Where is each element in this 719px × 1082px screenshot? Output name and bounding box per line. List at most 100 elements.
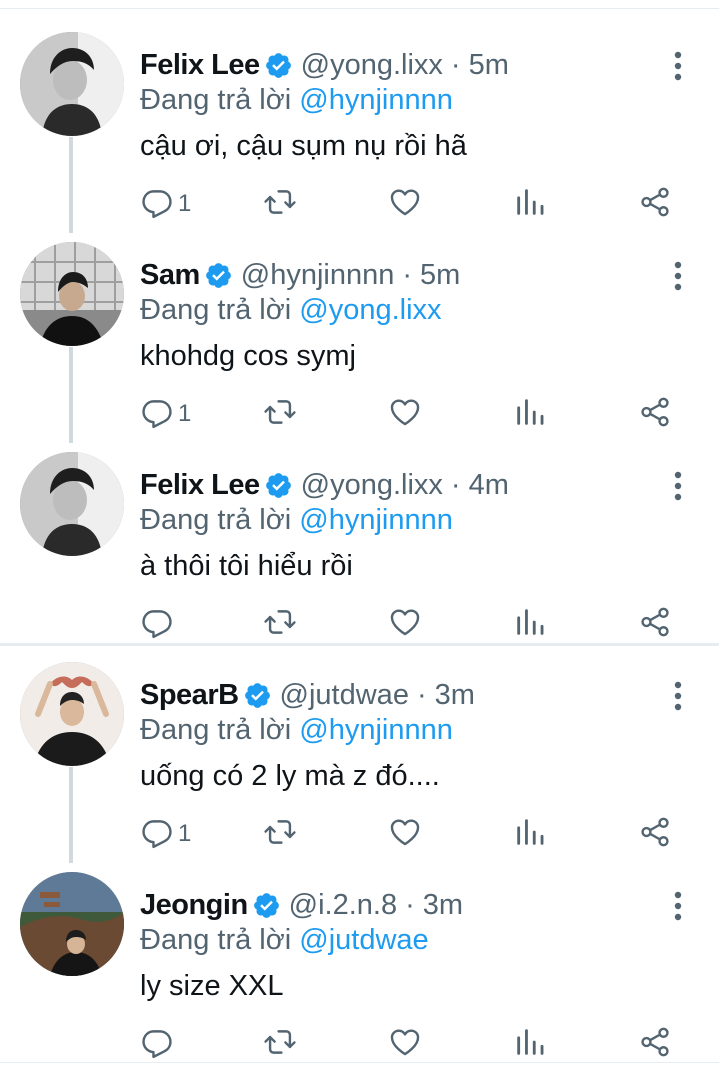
like-button[interactable] bbox=[388, 394, 422, 434]
share-button[interactable] bbox=[638, 1024, 672, 1064]
user-handle[interactable]: @hynjinnnn bbox=[241, 259, 395, 292]
views-bar-chart-icon bbox=[513, 395, 547, 434]
user-handle[interactable]: @yong.lixx bbox=[301, 469, 443, 502]
heart-icon bbox=[388, 815, 422, 854]
replying-to-label: Đang trả lời bbox=[140, 84, 292, 116]
tweet-text: uống có 2 ly mà z đó.... bbox=[140, 760, 440, 792]
more-vertical-icon[interactable] bbox=[664, 258, 692, 294]
timestamp[interactable]: 3m bbox=[423, 889, 463, 922]
share-button[interactable] bbox=[638, 814, 672, 854]
views-bar-chart-icon bbox=[513, 1025, 547, 1064]
share-button[interactable] bbox=[638, 184, 672, 224]
views-button[interactable] bbox=[513, 604, 547, 644]
dot-separator: · bbox=[416, 678, 427, 711]
reply-icon bbox=[140, 185, 174, 224]
reply-count: 1 bbox=[178, 400, 192, 427]
reply-button[interactable] bbox=[140, 1024, 178, 1064]
like-button[interactable] bbox=[388, 814, 422, 854]
like-button[interactable] bbox=[388, 604, 422, 644]
replying-to: Đang trả lời @hynjinnnn bbox=[140, 504, 453, 537]
replying-to-link[interactable]: @yong.lixx bbox=[299, 294, 441, 326]
display-name[interactable]: Felix Lee bbox=[140, 49, 260, 82]
timestamp[interactable]: 3m bbox=[435, 679, 475, 712]
reply-icon bbox=[140, 395, 174, 434]
reply-button[interactable] bbox=[140, 604, 178, 644]
more-vertical-icon[interactable] bbox=[664, 678, 692, 714]
tweet-actions: 1 bbox=[130, 184, 690, 224]
display-name[interactable]: SpearB bbox=[140, 679, 239, 712]
replying-to-label: Đang trả lời bbox=[140, 714, 292, 746]
retweet-button[interactable] bbox=[263, 394, 297, 434]
tweet[interactable]: Sam @hynjinnnn · 5m Đang trả lời @yong.l… bbox=[0, 242, 719, 452]
views-bar-chart-icon bbox=[513, 815, 547, 854]
views-button[interactable] bbox=[513, 184, 547, 224]
replying-to-label: Đang trả lời bbox=[140, 504, 292, 536]
replying-to-link[interactable]: @jutdwae bbox=[299, 924, 428, 956]
tweet-text: cậu ơi, cậu sụm nụ rồi hã bbox=[140, 130, 467, 162]
views-bar-chart-icon bbox=[513, 605, 547, 644]
user-handle[interactable]: @i.2.n.8 bbox=[289, 889, 397, 922]
dot-separator: · bbox=[405, 888, 415, 921]
share-button[interactable] bbox=[638, 604, 672, 644]
tweet-actions: 1 bbox=[130, 814, 690, 854]
display-name[interactable]: Felix Lee bbox=[140, 469, 260, 502]
tweet[interactable]: Felix Lee @yong.lixx · 5m Đang trả lời @… bbox=[0, 32, 719, 242]
views-bar-chart-icon bbox=[513, 185, 547, 224]
share-button[interactable] bbox=[638, 394, 672, 434]
replying-to-link[interactable]: @hynjinnnn bbox=[299, 84, 453, 116]
avatar[interactable] bbox=[20, 452, 124, 556]
reply-icon bbox=[140, 605, 174, 644]
retweet-icon bbox=[263, 605, 297, 644]
retweet-icon bbox=[263, 185, 297, 224]
share-icon bbox=[638, 185, 672, 224]
tweet-header: Felix Lee @yong.lixx · 5m bbox=[140, 45, 509, 85]
dot-separator: · bbox=[450, 468, 461, 501]
retweet-button[interactable] bbox=[263, 184, 297, 224]
dot-separator: · bbox=[402, 258, 413, 291]
user-handle[interactable]: @jutdwae bbox=[280, 679, 409, 712]
heart-icon bbox=[388, 185, 422, 224]
tweet-header: Felix Lee @yong.lixx · 4m bbox=[140, 465, 509, 505]
avatar[interactable] bbox=[20, 32, 124, 136]
timestamp[interactable]: 4m bbox=[469, 469, 509, 502]
views-button[interactable] bbox=[513, 814, 547, 854]
timestamp[interactable]: 5m bbox=[469, 49, 509, 82]
like-button[interactable] bbox=[388, 1024, 422, 1064]
tweet[interactable]: Felix Lee @yong.lixx · 4m Đang trả lời @… bbox=[0, 452, 719, 662]
avatar[interactable] bbox=[20, 662, 124, 766]
display-name[interactable]: Sam bbox=[140, 259, 200, 292]
reply-button[interactable]: 1 bbox=[140, 394, 191, 434]
avatar[interactable] bbox=[20, 872, 124, 976]
reply-button[interactable]: 1 bbox=[140, 814, 191, 854]
like-button[interactable] bbox=[388, 184, 422, 224]
heart-icon bbox=[388, 1025, 422, 1064]
verified-badge-icon bbox=[243, 681, 272, 710]
tweet[interactable]: SpearB @jutdwae · 3m Đang trả lời @hynji… bbox=[0, 662, 719, 872]
tweet[interactable]: Jeongin @i.2.n.8 · 3m Đang trả lời @jutd… bbox=[0, 872, 719, 1082]
tweet-actions bbox=[130, 604, 690, 644]
retweet-button[interactable] bbox=[263, 604, 297, 644]
more-vertical-icon[interactable] bbox=[664, 48, 692, 84]
heart-icon bbox=[388, 605, 422, 644]
timestamp[interactable]: 5m bbox=[420, 259, 460, 292]
avatar[interactable] bbox=[20, 242, 124, 346]
tweet-actions bbox=[130, 1024, 690, 1064]
tweet-header: Jeongin @i.2.n.8 · 3m bbox=[140, 885, 463, 925]
top-divider bbox=[0, 0, 719, 9]
replying-to-link[interactable]: @hynjinnnn bbox=[299, 714, 453, 746]
retweet-button[interactable] bbox=[263, 1024, 297, 1064]
verified-badge-icon bbox=[204, 261, 233, 290]
reply-button[interactable]: 1 bbox=[140, 184, 191, 224]
replying-to-link[interactable]: @hynjinnnn bbox=[299, 504, 453, 536]
display-name[interactable]: Jeongin bbox=[140, 889, 248, 922]
views-button[interactable] bbox=[513, 394, 547, 434]
retweet-button[interactable] bbox=[263, 814, 297, 854]
verified-badge-icon bbox=[264, 51, 293, 80]
more-vertical-icon[interactable] bbox=[664, 888, 692, 924]
replying-to-label: Đang trả lời bbox=[140, 924, 292, 956]
tweet-text: ly size XXL bbox=[140, 970, 284, 1002]
user-handle[interactable]: @yong.lixx bbox=[301, 49, 443, 82]
more-vertical-icon[interactable] bbox=[664, 468, 692, 504]
reply-count: 1 bbox=[178, 190, 192, 217]
views-button[interactable] bbox=[513, 1024, 547, 1064]
